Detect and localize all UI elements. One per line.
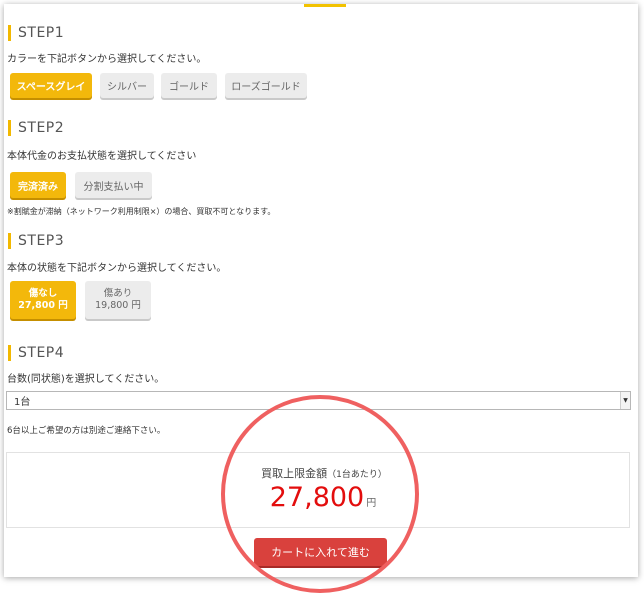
step4-heading: STEP4 <box>8 345 64 361</box>
payment-option-paid[interactable]: 完済済み <box>10 172 66 198</box>
condition-option-scratched[interactable]: 傷あり 19,800 円 <box>85 281 151 319</box>
top-accent-bar <box>304 4 346 7</box>
step1-instruction: カラーを下記ボタンから選択してください。 <box>7 54 207 65</box>
price-value-row: 27,800 円 <box>0 481 644 521</box>
color-option-gold[interactable]: ゴールド <box>161 73 217 98</box>
quantity-select-value: 1台 <box>14 397 31 408</box>
condition-label: 傷なし <box>28 288 58 299</box>
step4-note: 6台以上ご希望の方は別途ご連絡下さい。 <box>7 426 166 436</box>
price-label-suffix: （1台あたり） <box>327 470 387 480</box>
step2-heading: STEP2 <box>8 120 64 136</box>
price-unit: 円 <box>366 498 377 509</box>
step4-instruction: 台数(同状態)を選択してください。 <box>7 374 165 385</box>
color-option-space-gray[interactable]: スペースグレイ <box>10 73 92 98</box>
add-to-cart-button[interactable]: カートに入れて進む <box>254 538 387 566</box>
chevron-down-icon[interactable]: ▼ <box>620 392 630 409</box>
step2-note: ※割賦金が滞納（ネットワーク利用制限×）の場合、買取不可となります。 <box>7 207 276 216</box>
price-label-row: 買取上限金額（1台あたり） <box>0 465 644 481</box>
quantity-select[interactable]: 1台 ▼ <box>6 391 631 410</box>
step3-heading: STEP3 <box>8 233 64 249</box>
step2-instruction: 本体代金のお支払状態を選択してください <box>7 151 197 162</box>
condition-price: 27,800 円 <box>18 300 68 311</box>
step1-heading: STEP1 <box>8 25 64 41</box>
payment-option-installment[interactable]: 分割支払い中 <box>75 172 152 198</box>
condition-price: 19,800 円 <box>95 300 141 311</box>
price-label: 買取上限金額 <box>261 467 328 480</box>
condition-option-no-scratch[interactable]: 傷なし 27,800 円 <box>10 281 76 319</box>
condition-label: 傷あり <box>103 288 133 299</box>
step3-instruction: 本体の状態を下記ボタンから選択してください。 <box>7 263 227 274</box>
color-option-silver[interactable]: シルバー <box>100 73 154 98</box>
color-option-rose-gold[interactable]: ローズゴールド <box>225 73 307 98</box>
price-amount: 27,800 <box>269 482 365 513</box>
